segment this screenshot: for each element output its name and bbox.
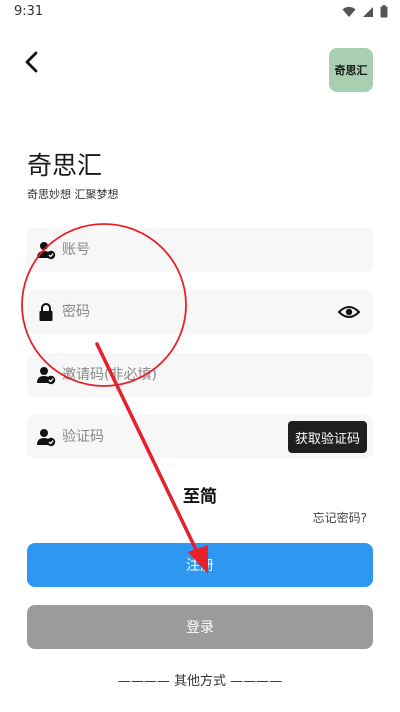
verification-code-field[interactable]: 获取验证码 (27, 415, 373, 459)
register-button-label: 注册 (186, 558, 214, 574)
cellular-icon (363, 6, 373, 17)
account-input[interactable] (62, 228, 312, 272)
battery-icon (380, 5, 388, 18)
status-time: 9:31 (14, 4, 44, 19)
forgot-password-link[interactable]: 忘记密码? (313, 509, 367, 526)
password-field[interactable] (27, 290, 373, 334)
status-icons (342, 5, 388, 18)
page-title: 奇思汇 (27, 151, 103, 180)
chevron-left-icon (25, 51, 38, 73)
register-button[interactable]: 注册 (27, 543, 373, 587)
account-field[interactable] (27, 228, 373, 272)
page-subtitle: 奇思妙想 汇聚梦想 (27, 188, 119, 201)
lock-icon (39, 303, 53, 321)
user-check-icon (37, 429, 56, 447)
eye-icon[interactable] (337, 301, 361, 323)
wifi-icon (342, 6, 356, 17)
app-badge-label: 奇思汇 (334, 64, 368, 77)
other-login-methods: ———— 其他方式 ———— (117, 674, 283, 689)
status-bar: 9:31 (0, 0, 400, 24)
login-button-label: 登录 (186, 620, 214, 636)
user-check-icon (37, 242, 56, 260)
brand-text: 至简 (183, 487, 217, 507)
login-button[interactable]: 登录 (27, 605, 373, 649)
password-input[interactable] (62, 290, 312, 334)
invite-code-input[interactable] (62, 353, 312, 397)
get-code-button[interactable]: 获取验证码 (287, 421, 367, 453)
user-check-icon (37, 367, 56, 385)
back-button[interactable] (18, 48, 46, 76)
app-logo-badge: 奇思汇 (329, 48, 373, 92)
verification-code-input[interactable] (62, 415, 262, 459)
invite-code-field[interactable] (27, 353, 373, 397)
